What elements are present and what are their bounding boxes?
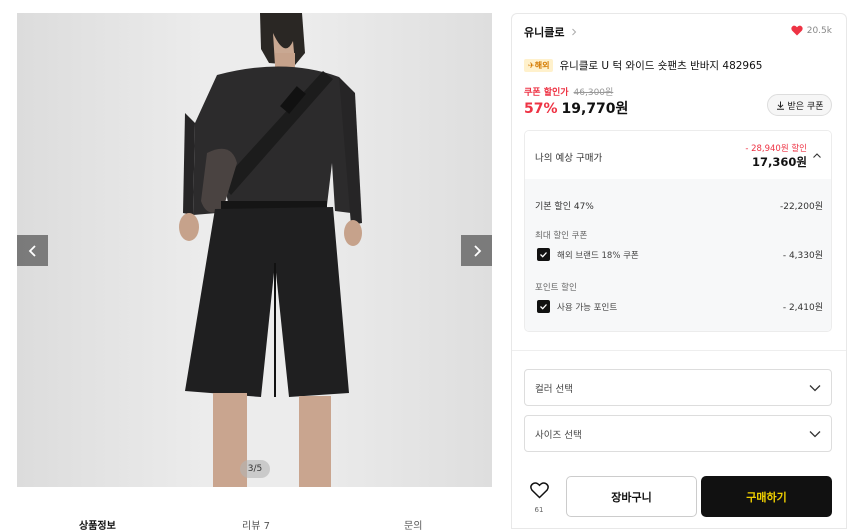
coupon-button-label: 받은 쿠폰 — [787, 101, 824, 112]
received-coupon-button[interactable]: 받은 쿠폰 — [767, 94, 832, 116]
chevron-down-icon — [809, 385, 821, 392]
estimate-total-discount: - 28,940원 할인 — [745, 144, 807, 154]
product-title: 유니클로 U 턱 와이드 숏팬츠 반바지 482965 — [559, 60, 763, 72]
sale-price: 19,770원 — [561, 101, 629, 117]
product-title-row: ✈해외 유니클로 U 턱 와이드 숏팬츠 반바지 482965 — [524, 58, 762, 73]
color-select-label: 컬러 선택 — [535, 383, 573, 395]
add-to-cart-button[interactable]: 장바구니 — [566, 476, 697, 517]
tab-reviews[interactable]: 리뷰 7 — [242, 517, 270, 532]
point-item-label: 사용 가능 포인트 — [557, 302, 618, 313]
wishlist-count: 61 — [534, 506, 544, 514]
coupon-section-label: 최대 할인 쿠폰 — [535, 231, 588, 241]
price-label-row: 쿠폰 할인가 46,300원 — [524, 85, 613, 98]
size-select-label: 사이즈 선택 — [535, 429, 582, 441]
chevron-right-icon — [572, 28, 577, 36]
original-price: 46,300원 — [573, 88, 614, 98]
product-image-gallery[interactable]: 3/5 — [17, 13, 492, 487]
check-icon — [540, 304, 547, 310]
chevron-down-icon — [809, 431, 821, 438]
download-icon — [776, 101, 784, 110]
section-divider — [512, 350, 846, 351]
overseas-badge: ✈해외 — [524, 59, 554, 72]
like-count: 20.5k — [806, 25, 832, 36]
basic-discount-label: 기본 할인 47% — [535, 202, 594, 212]
chevron-right-icon — [473, 244, 481, 257]
check-icon — [540, 252, 547, 258]
estimate-total: 17,360원 — [752, 155, 807, 169]
estimate-header[interactable]: 나의 예상 구매가 - 28,940원 할인 17,360원 — [525, 131, 831, 179]
heart-icon — [791, 25, 803, 36]
product-tabs: 상품정보 리뷰 7 문의 — [0, 512, 500, 532]
point-section-label: 포인트 할인 — [535, 283, 577, 293]
point-checkbox-row[interactable]: 사용 가능 포인트 - 2,410원 — [537, 300, 823, 313]
size-select[interactable]: 사이즈 선택 — [524, 415, 832, 452]
estimate-title: 나의 예상 구매가 — [535, 153, 603, 164]
discount-rate: 57% — [524, 101, 558, 117]
buy-now-button[interactable]: 구매하기 — [701, 476, 832, 517]
brand-name: 유니클로 — [524, 26, 565, 39]
chevron-left-icon — [28, 244, 36, 257]
coupon-checkbox-row[interactable]: 해외 브랜드 18% 쿠폰 - 4,330원 — [537, 248, 823, 261]
next-image-button[interactable] — [461, 235, 492, 266]
chevron-up-icon — [813, 153, 821, 158]
basic-discount-row: 기본 할인 47% -22,200원 — [535, 199, 823, 212]
prev-image-button[interactable] — [17, 235, 48, 266]
coupon-checkbox[interactable] — [537, 248, 550, 261]
coupon-item-value: - 4,330원 — [782, 251, 823, 261]
basic-discount-value: -22,200원 — [779, 202, 823, 212]
brand-link[interactable]: 유니클로 — [524, 24, 578, 40]
color-select[interactable]: 컬러 선택 — [524, 369, 832, 406]
price-row: 57% 19,770원 — [524, 98, 628, 118]
heart-outline-icon — [529, 482, 549, 499]
point-checkbox[interactable] — [537, 300, 550, 313]
estimated-price-box: 나의 예상 구매가 - 28,940원 할인 17,360원 기본 할인 47%… — [524, 130, 832, 332]
wishlist-button[interactable]: 61 — [529, 482, 549, 514]
purchase-panel: 유니클로 20.5k ✈해외 유니클로 U 턱 와이드 숏팬츠 반바지 4829… — [511, 13, 847, 529]
tab-product-info[interactable]: 상품정보 — [79, 517, 116, 532]
brand-like[interactable]: 20.5k — [791, 25, 832, 36]
product-photo — [179, 13, 362, 487]
estimate-details: 기본 할인 47% -22,200원 최대 할인 쿠폰 해외 브랜드 18% 쿠… — [525, 179, 831, 331]
point-item-value: - 2,410원 — [782, 303, 823, 313]
coupon-price-label: 쿠폰 할인가 — [524, 88, 569, 98]
coupon-item-label: 해외 브랜드 18% 쿠폰 — [557, 250, 639, 261]
image-page-indicator: 3/5 — [240, 460, 270, 478]
tab-inquiry[interactable]: 문의 — [404, 517, 422, 532]
